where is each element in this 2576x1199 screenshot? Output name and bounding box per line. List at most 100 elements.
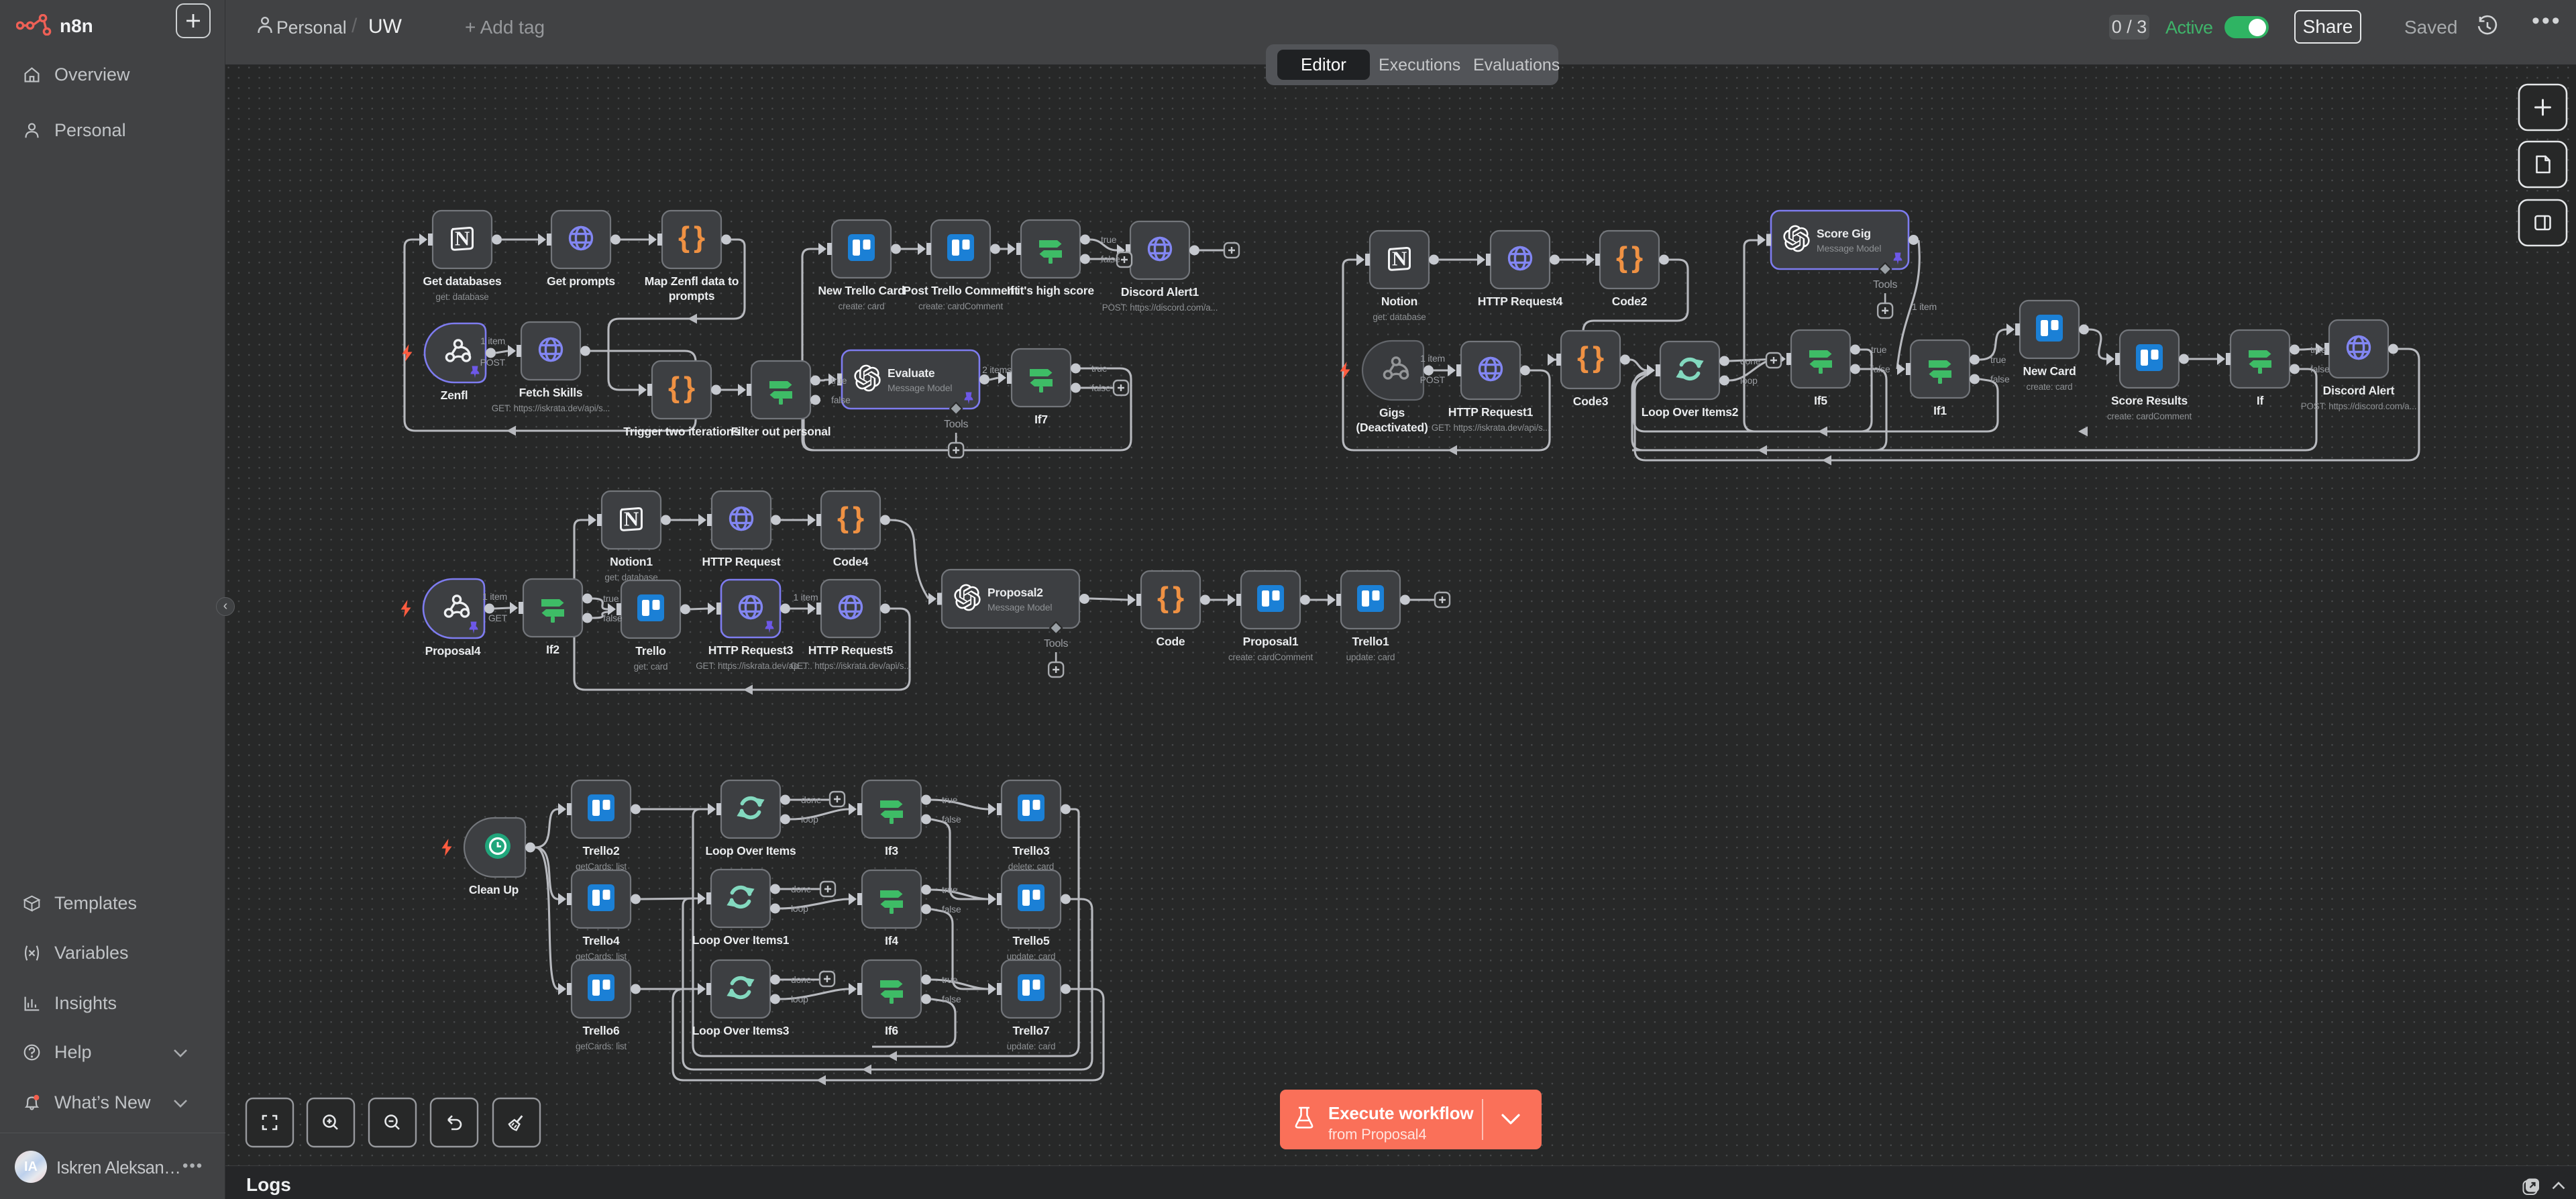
- svg-text:done: done: [801, 794, 822, 805]
- svg-text:Notion: Notion: [1381, 295, 1417, 308]
- svg-text:Score Results: Score Results: [2111, 394, 2188, 407]
- svg-text:If3: If3: [885, 844, 898, 857]
- svg-text:false: false: [942, 994, 961, 1004]
- svg-text:Tools: Tools: [944, 419, 969, 430]
- svg-text:New Card: New Card: [2023, 364, 2076, 378]
- svg-text:POST: https://discord.com/a...: POST: https://discord.com/a...: [1102, 303, 1218, 313]
- svg-text:Loop Over Items2: Loop Over Items2: [1642, 405, 1739, 419]
- svg-text:done: done: [791, 974, 812, 985]
- svg-text:Evaluate: Evaluate: [888, 366, 935, 380]
- svg-text:Fetch Skills: Fetch Skills: [519, 386, 583, 399]
- svg-text:If it's high score: If it's high score: [1007, 284, 1094, 297]
- svg-text:false: false: [1871, 364, 1890, 374]
- svg-text:true: true: [942, 974, 958, 985]
- svg-text:HTTP Request1: HTTP Request1: [1448, 405, 1534, 419]
- svg-text:Get databases: Get databases: [423, 274, 502, 288]
- svg-text:false: false: [1990, 374, 2010, 384]
- svg-text:Code: Code: [1157, 635, 1185, 648]
- svg-text:Message Model: Message Model: [888, 382, 952, 393]
- svg-text:get: database: get: database: [435, 292, 488, 302]
- svg-text:false: false: [942, 904, 961, 915]
- svg-text:If1: If1: [1933, 404, 1947, 417]
- svg-text:false: false: [2310, 364, 2330, 374]
- svg-text:HTTP Request3: HTTP Request3: [708, 643, 794, 657]
- svg-text:POST: POST: [1420, 374, 1446, 385]
- svg-text:Trello3: Trello3: [1012, 844, 1049, 857]
- svg-text:Trello2: Trello2: [582, 844, 619, 857]
- svg-text:Code3: Code3: [1573, 395, 1609, 408]
- svg-text:Execute workflow: Execute workflow: [1328, 1103, 1474, 1123]
- svg-text:get: database: get: database: [1373, 312, 1426, 322]
- svg-text:Loop Over Items3: Loop Over Items3: [692, 1024, 790, 1037]
- svg-text:true: true: [942, 794, 958, 805]
- svg-text:false: false: [1101, 254, 1120, 264]
- svg-text:true: true: [2310, 344, 2326, 355]
- svg-text:false: false: [603, 613, 623, 623]
- svg-text:Proposal4: Proposal4: [425, 644, 481, 658]
- svg-text:Trello4: Trello4: [582, 934, 619, 947]
- svg-text:loop: loop: [791, 903, 808, 914]
- svg-text:Filter out personal: Filter out personal: [731, 425, 831, 438]
- svg-text:Trello1: Trello1: [1352, 635, 1389, 648]
- svg-text:done: done: [791, 884, 812, 894]
- svg-text:true: true: [1990, 354, 2006, 365]
- svg-text:Loop Over Items1: Loop Over Items1: [692, 933, 790, 947]
- svg-text:prompts: prompts: [669, 289, 715, 303]
- svg-text:If2: If2: [546, 643, 559, 656]
- svg-text:POST: POST: [480, 357, 506, 368]
- svg-text:2 items: 2 items: [982, 364, 1012, 375]
- svg-text:GET: https://iskrata.dev/ap...: GET: https://iskrata.dev/ap...: [696, 661, 806, 671]
- svg-text:1 item: 1 item: [480, 335, 505, 346]
- svg-text:update: card: update: card: [1346, 652, 1395, 662]
- svg-text:Discord Alert: Discord Alert: [2323, 384, 2395, 397]
- svg-text:Clean Up: Clean Up: [469, 883, 519, 896]
- svg-text:Gigs: Gigs: [1379, 406, 1405, 419]
- svg-text:(Deactivated): (Deactivated): [1356, 421, 1428, 434]
- svg-text:loop: loop: [1740, 375, 1758, 386]
- svg-text:POST: https://discord.com/a...: POST: https://discord.com/a...: [2301, 401, 2417, 411]
- svg-text:Score Gig: Score Gig: [1817, 227, 1871, 240]
- svg-text:update: card: update: card: [1007, 1041, 1056, 1051]
- svg-text:HTTP Request: HTTP Request: [702, 555, 781, 568]
- svg-text:1 item: 1 item: [1420, 353, 1445, 364]
- svg-text:1 item: 1 item: [482, 591, 507, 602]
- svg-text:Tools: Tools: [1873, 279, 1898, 291]
- svg-text:If5: If5: [1814, 394, 1827, 407]
- svg-text:create: card: create: card: [2027, 382, 2073, 392]
- svg-text:loop: loop: [791, 994, 808, 1004]
- svg-text:If: If: [2257, 394, 2264, 407]
- svg-text:HTTP Request5: HTTP Request5: [808, 643, 894, 657]
- svg-text:true: true: [831, 375, 847, 386]
- svg-text:GET: https://iskrata.dev/api/s: GET: https://iskrata.dev/api/s...: [492, 403, 610, 413]
- svg-text:loop: loop: [801, 814, 818, 825]
- svg-text:Trigger two iterations: Trigger two iterations: [623, 425, 740, 438]
- svg-text:GET:. https://iskrata.dev/api/: GET:. https://iskrata.dev/api/s...: [790, 661, 911, 671]
- svg-text:Trello6: Trello6: [582, 1024, 619, 1037]
- svg-text:true: true: [1091, 363, 1108, 374]
- svg-text:Message Model: Message Model: [1817, 243, 1881, 254]
- svg-text:Proposal2: Proposal2: [987, 586, 1043, 599]
- svg-text:Trello: Trello: [635, 644, 665, 658]
- svg-text:Code2: Code2: [1612, 295, 1648, 308]
- svg-text:get: card: get: card: [634, 662, 668, 672]
- svg-text:1 item: 1 item: [794, 592, 818, 603]
- svg-text:false: false: [1091, 382, 1111, 393]
- svg-text:Post Trello Comment: Post Trello Comment: [903, 284, 1018, 297]
- svg-text:create: cardComment: create: cardComment: [918, 301, 1003, 311]
- svg-text:create: cardComment: create: cardComment: [1228, 652, 1313, 662]
- svg-text:Tools: Tools: [1044, 638, 1069, 649]
- svg-text:New Trello Card: New Trello Card: [818, 284, 904, 297]
- svg-text:Get prompts: Get prompts: [547, 274, 615, 288]
- svg-text:true: true: [603, 593, 619, 604]
- svg-text:Trello7: Trello7: [1012, 1024, 1049, 1037]
- svg-text:true: true: [942, 884, 958, 895]
- svg-text:If7: If7: [1034, 413, 1048, 426]
- svg-text:GET: https://iskrata.dev/api/s: GET: https://iskrata.dev/api/s...: [1432, 423, 1550, 433]
- svg-text:1 item: 1 item: [1912, 301, 1937, 312]
- svg-text:getCards: list: getCards: list: [576, 1041, 627, 1051]
- svg-text:Zenfl: Zenfl: [441, 388, 468, 402]
- svg-text:Discord Alert1: Discord Alert1: [1121, 285, 1199, 299]
- svg-text:from Proposal4: from Proposal4: [1328, 1126, 1426, 1143]
- svg-text:If6: If6: [885, 1024, 898, 1037]
- svg-text:false: false: [942, 814, 961, 825]
